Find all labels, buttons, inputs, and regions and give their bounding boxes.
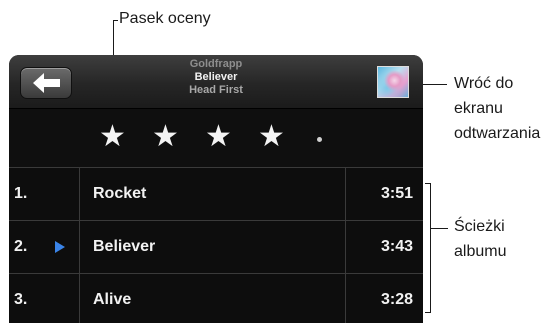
- callout-rating-bar: Pasek oceny: [119, 10, 211, 27]
- track-title: Alive: [93, 291, 132, 308]
- track-number: 2.: [14, 238, 28, 255]
- callout-tracks-line-2: albumu: [454, 243, 507, 260]
- track-row-now-playing[interactable]: 2. Believer 3:43: [9, 221, 423, 274]
- callout-tracks-line-1: Ścieżki: [454, 218, 505, 235]
- rating-star-1[interactable]: ★: [99, 121, 126, 153]
- track-duration: 3:51: [380, 185, 413, 202]
- track-title: Believer: [93, 238, 156, 255]
- callout-back-line-3: odtwarzania: [454, 125, 541, 142]
- column-divider: [79, 168, 80, 220]
- now-playing-header: Goldfrapp Believer Head First: [9, 55, 423, 109]
- album-title: Head First: [189, 84, 243, 96]
- ipod-screen: Goldfrapp Believer Head First ★ ★ ★ ★ 1.…: [9, 55, 423, 323]
- track-row[interactable]: 1. Rocket 3:51: [9, 168, 423, 221]
- track-duration: 3:43: [380, 238, 413, 255]
- album-art-button[interactable]: [377, 66, 409, 98]
- rating-star-3[interactable]: ★: [205, 121, 232, 153]
- rating-star-4[interactable]: ★: [258, 121, 285, 153]
- callout-bracket-bottom: [425, 312, 431, 313]
- column-divider: [79, 274, 80, 323]
- artist-name: Goldfrapp: [189, 58, 243, 70]
- track-duration: 3:28: [380, 291, 413, 308]
- column-divider: [345, 168, 346, 220]
- back-button[interactable]: [20, 67, 72, 99]
- back-arrow-icon: [33, 73, 60, 93]
- column-divider: [345, 274, 346, 323]
- rating-bar[interactable]: ★ ★ ★ ★: [9, 109, 423, 168]
- track-title: Rocket: [93, 185, 147, 202]
- callout-leader-tracks: [430, 228, 448, 229]
- now-playing-icon: [55, 241, 65, 253]
- song-title: Believer: [194, 71, 238, 83]
- callout-back-line-2: ekranu: [454, 100, 503, 117]
- rating-star-2[interactable]: ★: [152, 121, 179, 153]
- callout-bracket-vertical: [430, 183, 431, 313]
- column-divider: [345, 221, 346, 273]
- track-row[interactable]: 3. Alive 3:28: [9, 274, 423, 323]
- callout-leader-rating-tick: [113, 20, 118, 21]
- column-divider: [79, 221, 80, 273]
- track-number: 3.: [14, 291, 28, 308]
- callout-back-line-1: Wróć do: [454, 75, 514, 92]
- track-number: 1.: [14, 185, 28, 202]
- rating-dot-5[interactable]: [317, 137, 322, 142]
- screenshot-canvas: Pasek oceny Wróć do ekranu odtwarzania Ś…: [0, 0, 557, 323]
